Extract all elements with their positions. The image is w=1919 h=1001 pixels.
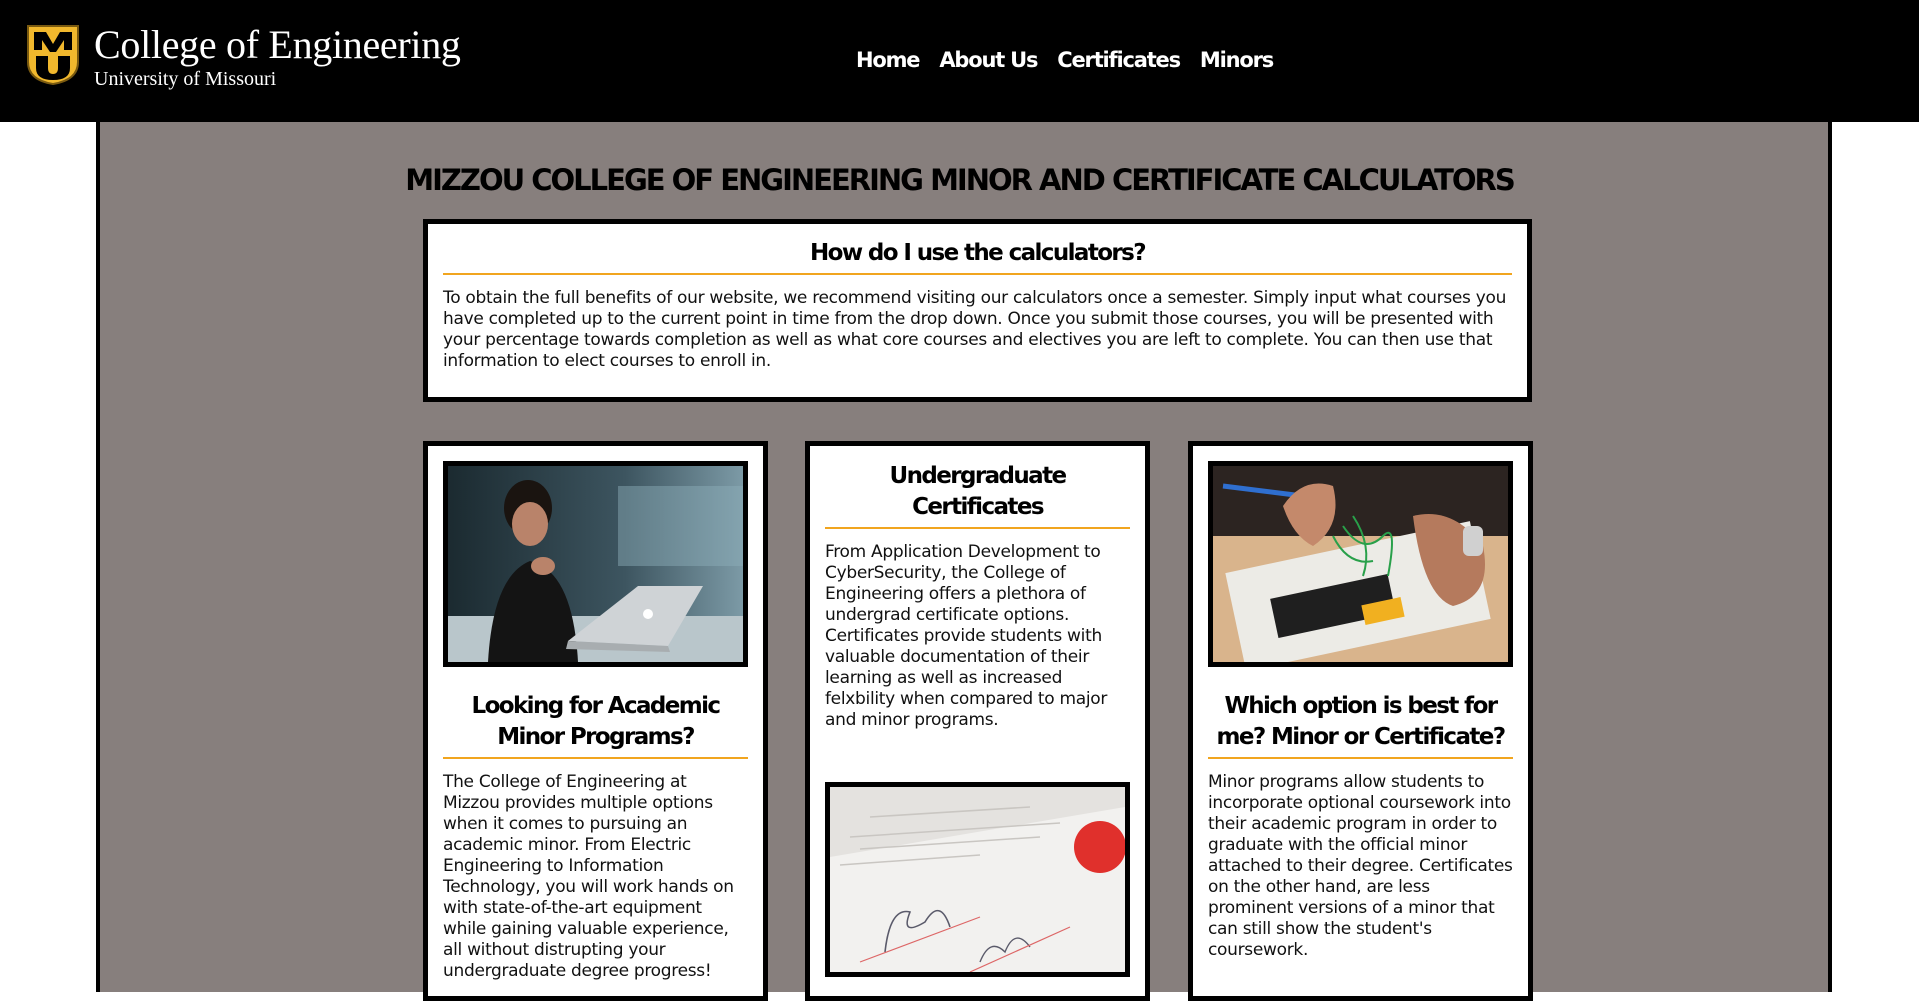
- site-header: College of Engineering University of Mis…: [0, 0, 1919, 122]
- site-title: College of Engineering: [94, 22, 461, 67]
- heading-divider: [825, 527, 1130, 529]
- main-nav: Home About Us Certificates Minors: [856, 46, 1274, 74]
- nav-home[interactable]: Home: [856, 46, 921, 74]
- minor-body: The College of Engineering at Mizzou pro…: [443, 772, 734, 981]
- heading-divider: [443, 273, 1512, 275]
- site-logo[interactable]: College of Engineering University of Mis…: [26, 24, 461, 90]
- nav-certificates[interactable]: Certificates: [1057, 46, 1181, 74]
- how-to-heading: How do I use the calculators?: [809, 240, 1147, 266]
- certificates-card: Undergraduate Certificates From Applicat…: [805, 441, 1150, 1001]
- circuit-breadboard-image: [1208, 461, 1513, 667]
- compare-body: Minor programs allow students to incorpo…: [1208, 772, 1513, 960]
- compare-card: Which option is best for me? Minor or Ce…: [1188, 441, 1533, 1001]
- site-subtitle: University of Missouri: [94, 68, 277, 90]
- page-title: MIZZOU COLLEGE OF ENGINEERING MINOR AND …: [405, 163, 1516, 197]
- heading-divider: [443, 757, 748, 759]
- minor-card: Looking for Academic Minor Programs? The…: [423, 441, 768, 1001]
- nav-minors[interactable]: Minors: [1200, 46, 1274, 74]
- minor-heading: Looking for Academic Minor Programs?: [471, 693, 722, 750]
- how-to-body: To obtain the full benefits of our websi…: [443, 288, 1507, 371]
- heading-divider: [1208, 757, 1513, 759]
- nav-about-us[interactable]: About Us: [939, 46, 1038, 74]
- certificate-document-image: [825, 782, 1130, 977]
- certificates-body: From Application Development to CyberSec…: [825, 542, 1108, 730]
- how-to-box: How do I use the calculators? To obtain …: [423, 219, 1532, 402]
- mu-shield-logo-icon: [27, 25, 79, 86]
- student-laptop-image: [443, 461, 748, 667]
- compare-heading: Which option is best for me? Minor or Ce…: [1216, 693, 1506, 750]
- certificates-heading: Undergraduate Certificates: [889, 463, 1068, 520]
